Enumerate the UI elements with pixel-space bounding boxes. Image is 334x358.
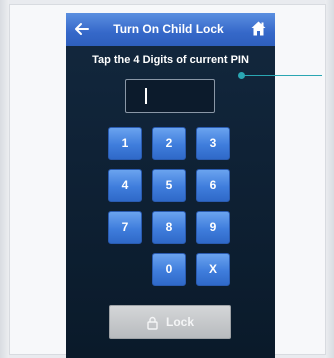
text-cursor bbox=[145, 88, 147, 104]
pin-input[interactable] bbox=[125, 79, 215, 113]
clear-key[interactable]: X bbox=[196, 253, 230, 286]
right-page-rail bbox=[325, 0, 334, 358]
phone-screen: Turn On Child Lock Tap the 4 Digits of c… bbox=[66, 13, 275, 358]
callout-line bbox=[242, 75, 322, 76]
key-0[interactable]: 0 bbox=[152, 253, 186, 286]
lock-button[interactable]: Lock bbox=[109, 305, 231, 339]
key-1[interactable]: 1 bbox=[108, 127, 142, 160]
callout-dot bbox=[238, 72, 245, 79]
pin-instruction: Tap the 4 Digits of current PIN bbox=[92, 54, 249, 66]
home-icon[interactable] bbox=[250, 20, 267, 37]
left-page-rail bbox=[0, 0, 9, 358]
key-8[interactable]: 8 bbox=[152, 211, 186, 244]
key-2[interactable]: 2 bbox=[152, 127, 186, 160]
lock-button-label: Lock bbox=[166, 315, 195, 329]
page-title: Turn On Child Lock bbox=[113, 22, 224, 36]
lock-icon bbox=[146, 316, 159, 330]
key-9[interactable]: 9 bbox=[196, 211, 230, 244]
key-7[interactable]: 7 bbox=[108, 211, 142, 244]
key-4[interactable]: 4 bbox=[108, 169, 142, 202]
key-5[interactable]: 5 bbox=[152, 169, 186, 202]
title-bar: Turn On Child Lock bbox=[66, 13, 275, 46]
key-6[interactable]: 6 bbox=[196, 169, 230, 202]
key-3[interactable]: 3 bbox=[196, 127, 230, 160]
back-arrow-icon[interactable] bbox=[74, 21, 90, 37]
